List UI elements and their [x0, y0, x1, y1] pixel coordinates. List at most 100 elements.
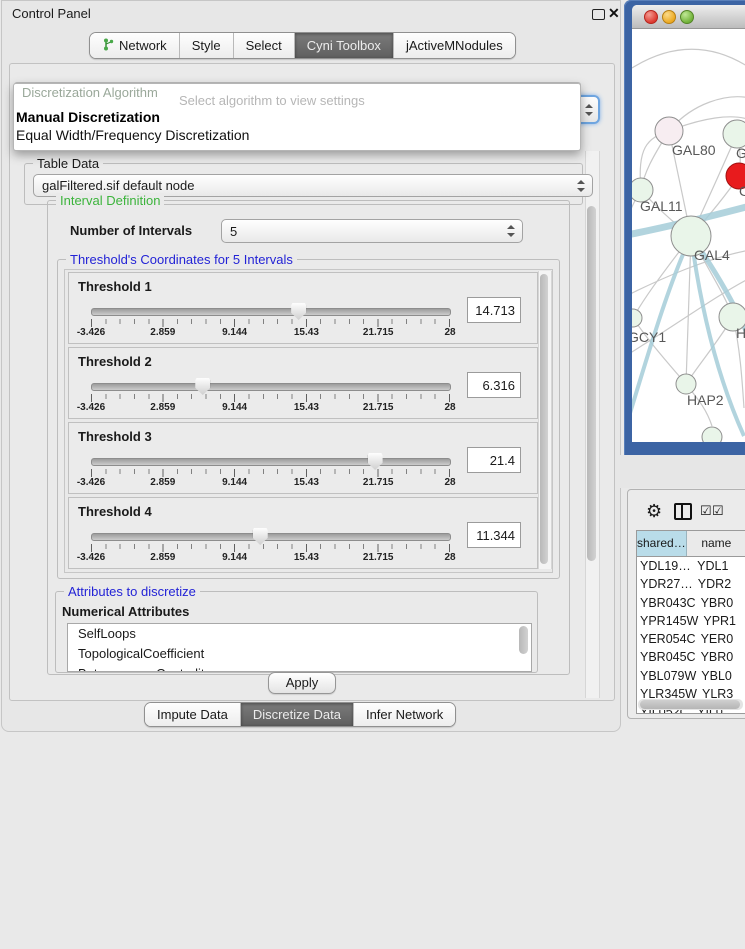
node-label: GA: [736, 145, 745, 161]
attributes-scrollbar-thumb[interactable]: [519, 626, 528, 654]
tab-style[interactable]: Style: [180, 33, 234, 58]
num-intervals-combobox[interactable]: 5: [221, 219, 523, 243]
slider-thumb[interactable]: [253, 528, 268, 545]
slider-track[interactable]: [91, 383, 451, 391]
tick-label: 21.715: [363, 477, 394, 488]
threshold-label: Threshold 2: [78, 354, 152, 369]
mac-close-icon[interactable]: [644, 10, 658, 24]
network-node[interactable]: [702, 427, 722, 442]
close-icon[interactable]: ✕: [608, 5, 620, 22]
slider-track[interactable]: [91, 458, 451, 466]
tick-label: -3.426: [77, 327, 105, 338]
panel-title: Control Panel: [12, 6, 91, 21]
slider-thumb[interactable]: [291, 303, 306, 320]
tick-label: 9.144: [222, 327, 247, 338]
table-row[interactable]: YPR145WYPR1: [637, 612, 745, 630]
threshold-slider[interactable]: -3.426 2.859 9.144 15.43 21.715 28: [91, 378, 450, 416]
threshold-row: Threshold 2 -3.426 2.859 9.144 15.43 21.…: [68, 347, 538, 419]
node-label: GCY1: [632, 329, 666, 345]
tab-cyni-toolbox[interactable]: Cyni Toolbox: [295, 33, 394, 58]
tick-label: 21.715: [363, 327, 394, 338]
node-label: GAL4: [694, 247, 730, 263]
content-vertical-scrollbar[interactable]: [585, 151, 600, 698]
network-node[interactable]: [632, 309, 642, 327]
num-intervals-label: Number of Intervals: [70, 223, 192, 238]
table-row[interactable]: YBR045CYBR0: [637, 648, 745, 666]
slider-thumb[interactable]: [195, 378, 210, 395]
list-item[interactable]: SelfLoops: [68, 624, 531, 644]
combo-stepper-icon: [506, 225, 515, 237]
network-node[interactable]: [723, 120, 745, 148]
table-horizontal-scrollbar[interactable]: [638, 699, 743, 710]
tab-discretize-data[interactable]: Discretize Data: [241, 703, 354, 726]
slider-thumb[interactable]: [368, 453, 383, 470]
threshold-row: Threshold 1 -3.426 2.859 9.144 15.43 21.…: [68, 272, 538, 344]
threshold-slider[interactable]: -3.426 2.859 9.144 15.43 21.715 28: [91, 453, 450, 491]
float-window-icon[interactable]: [592, 9, 605, 20]
table-panel-bar: Table Panel: [620, 455, 745, 488]
thresholds-title: Threshold's Coordinates for 5 Intervals: [66, 252, 297, 267]
combo-stepper-icon: [584, 104, 593, 116]
apply-button[interactable]: Apply: [268, 672, 336, 694]
tick-label: 9.144: [222, 552, 247, 563]
tab-jactivemnodules[interactable]: jActiveMNodules: [394, 33, 515, 58]
numerical-attributes-list[interactable]: SelfLoops TopologicalCoefficient Between…: [67, 623, 532, 672]
threshold-value-field[interactable]: 11.344: [467, 522, 521, 548]
tab-impute-data[interactable]: Impute Data: [145, 703, 241, 726]
tick-label: 2.859: [150, 327, 175, 338]
threshold-label: Threshold 1: [78, 279, 152, 294]
table-row[interactable]: YDR27…YDR2: [637, 575, 745, 593]
network-node[interactable]: [655, 117, 683, 145]
thresholds-scrollbar-thumb[interactable]: [540, 274, 548, 564]
slider-track[interactable]: [91, 308, 451, 316]
threshold-value-field[interactable]: 21.4: [467, 447, 521, 473]
table-row[interactable]: YBR043CYBR0: [637, 594, 745, 612]
list-item[interactable]: BetweennessCentrality: [68, 664, 531, 672]
column-header-shared-name[interactable]: shared…: [637, 531, 687, 556]
tick-label: 15.43: [294, 552, 319, 563]
node-attribute-table[interactable]: shared… name YDL19…YDL1 YDR27…YDR2 YBR04…: [636, 530, 745, 714]
network-node[interactable]: [676, 374, 696, 394]
menu-item-manual-discretization[interactable]: Manual Discretization: [16, 109, 160, 125]
thresholds-scrollbar[interactable]: [538, 271, 552, 569]
network-tree-icon: [102, 38, 114, 54]
split-view-icon[interactable]: [674, 503, 692, 520]
threshold-value-field[interactable]: 14.713: [467, 297, 521, 323]
table-data-title: Table Data: [33, 156, 103, 171]
tick-label: 28: [444, 552, 455, 563]
threshold-row: Threshold 3 -3.426 2.859 9.144 15.43 21.…: [68, 422, 538, 494]
tab-select[interactable]: Select: [234, 33, 295, 58]
tick-label: 2.859: [150, 477, 175, 488]
content-scrollbar-thumb[interactable]: [587, 206, 596, 561]
threshold-slider[interactable]: -3.426 2.859 9.144 15.43 21.715 28: [91, 303, 450, 341]
threshold-value-field[interactable]: 6.316: [467, 372, 521, 398]
tick-label: 28: [444, 402, 455, 413]
checkbox-checked-icon[interactable]: ☑: [712, 504, 724, 517]
column-header-name[interactable]: name: [687, 531, 745, 556]
threshold-slider[interactable]: -3.426 2.859 9.144 15.43 21.715 28: [91, 528, 450, 566]
list-item[interactable]: TopologicalCoefficient: [68, 644, 531, 664]
table-row[interactable]: YDL19…YDL1: [637, 557, 745, 575]
tick-label: 21.715: [363, 402, 394, 413]
mac-minimize-icon[interactable]: [662, 10, 676, 24]
mac-zoom-icon[interactable]: [680, 10, 694, 24]
cyni-mode-tabs: Impute Data Discretize Data Infer Networ…: [144, 702, 456, 727]
tab-infer-network[interactable]: Infer Network: [354, 703, 455, 726]
table-row[interactable]: YBL079WYBL0: [637, 667, 745, 685]
tick-label: 21.715: [363, 552, 394, 563]
tick-label: 9.144: [222, 477, 247, 488]
tab-network[interactable]: Network: [90, 33, 180, 58]
menu-item-equal-width-frequency[interactable]: Equal Width/Frequency Discretization: [16, 127, 249, 143]
tick-label: 15.43: [294, 402, 319, 413]
checkbox-checked-icon[interactable]: ☑: [700, 504, 712, 517]
tick-label: 28: [444, 477, 455, 488]
table-row[interactable]: YER054CYER0: [637, 630, 745, 648]
interval-definition-title: Interval Definition: [56, 193, 164, 208]
attributes-title: Attributes to discretize: [64, 584, 200, 599]
node-label: GAL11: [640, 198, 683, 214]
gear-icon[interactable]: ⚙: [646, 502, 662, 520]
network-canvas[interactable]: GAL80 GA C GAL11 GAL4 GCY1 H HAP2: [632, 28, 745, 442]
table-scrollbar-thumb[interactable]: [640, 700, 740, 709]
tick-label: -3.426: [77, 552, 105, 563]
slider-track[interactable]: [91, 533, 451, 541]
